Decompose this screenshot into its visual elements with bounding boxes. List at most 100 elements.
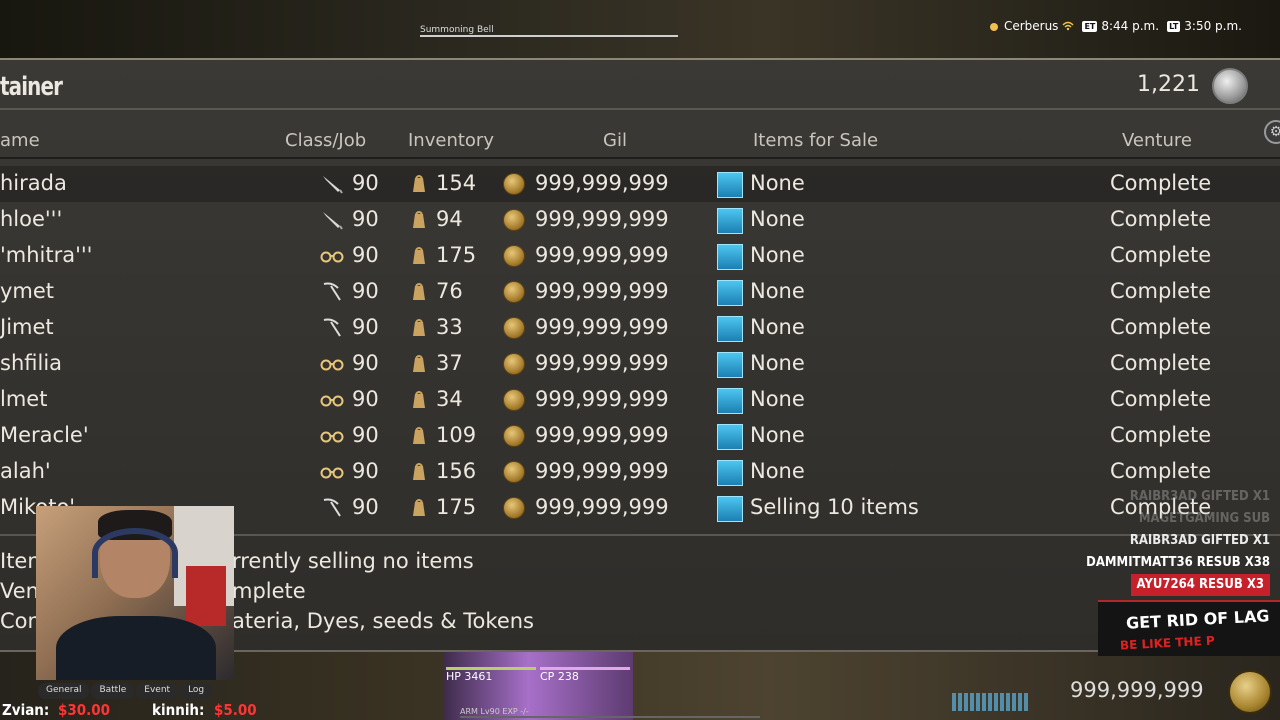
header-inventory[interactable]: Inventory (408, 130, 494, 151)
retainer-gil: 999,999,999 (535, 171, 669, 195)
donor-name: kinnih: (152, 701, 205, 719)
gil-coin-icon (503, 497, 525, 519)
retainer-items-for-sale: None (750, 423, 805, 447)
retainer-venture: Complete (1110, 243, 1212, 267)
alert-line: RAIBR3AD GIFTED X1 (1129, 533, 1270, 548)
retainer-items-for-sale: None (750, 207, 805, 231)
gil-coin-icon (503, 281, 525, 303)
retainer-row[interactable]: Meracle' 90 109 999,999,999 None Complet… (0, 418, 1280, 454)
retainer-row[interactable]: alah' 90 156 999,999,999 None Complete (0, 454, 1280, 490)
currency-gil: 999,999,999 (1070, 678, 1204, 702)
retainer-level: 90 (352, 243, 379, 267)
gil-coin-icon (503, 353, 525, 375)
retainer-inventory: 33 (436, 315, 463, 339)
retainer-items-for-sale: None (750, 351, 805, 375)
et-badge: ET (1082, 20, 1098, 32)
target-name: Summoning Bell (420, 25, 494, 35)
glasses-icon (320, 462, 344, 482)
retainer-name: Meracle' (0, 423, 89, 447)
market-icon (717, 496, 743, 522)
chat-tab-event[interactable]: Event (136, 683, 179, 699)
donation-amount: $30.00 (58, 701, 111, 719)
market-icon (717, 388, 743, 414)
bag-icon (411, 210, 427, 230)
market-icon (717, 172, 743, 198)
retainer-name: hirada (0, 171, 67, 195)
retainer-venture: Complete (1110, 351, 1212, 375)
gil-coin-icon (1228, 670, 1272, 714)
gil-coin-icon (503, 173, 525, 195)
header-class-job[interactable]: Class/Job (285, 130, 366, 151)
chat-tab-general[interactable]: General (38, 683, 90, 699)
retainer-gil: 999,999,999 (535, 351, 669, 375)
gil-coin-icon (503, 389, 525, 411)
retainer-inventory: 37 (436, 351, 463, 375)
retainer-gil: 999,999,999 (535, 387, 669, 411)
market-icon (717, 460, 743, 486)
webcam-person-body (56, 616, 216, 680)
retainer-venture: Complete (1110, 459, 1212, 483)
market-icon (717, 352, 743, 378)
retainer-row[interactable]: shfilia 90 37 999,999,999 None Complete (0, 346, 1280, 382)
webcam-chair (186, 566, 226, 626)
gil-total: 1,221 (1137, 72, 1200, 97)
retainer-row[interactable]: ymet 90 76 999,999,999 None Complete (0, 274, 1280, 310)
retainer-name: ymet (0, 279, 55, 303)
header-divider (0, 157, 1280, 159)
gil-coin-icon (503, 245, 525, 267)
retainer-list: hirada 90 154 999,999,999 None Complete … (0, 166, 1280, 526)
header-gil[interactable]: Gil (603, 130, 627, 151)
header-name[interactable]: ame (0, 130, 40, 151)
gil-coin-icon (503, 425, 525, 447)
webcam-headset (92, 528, 178, 578)
retainer-gil: 999,999,999 (535, 495, 669, 519)
retainer-level: 90 (352, 279, 379, 303)
chat-tab-battle[interactable]: Battle (91, 683, 135, 699)
retainer-row[interactable]: Jimet 90 33 999,999,999 None Complete (0, 310, 1280, 346)
chat-tab-log[interactable]: Log (180, 683, 213, 699)
alert-line: DAMMITMATT36 RESUB X38 (1086, 555, 1270, 570)
cast-bar (952, 693, 1028, 711)
retainer-name: 'mhitra''' (0, 243, 93, 267)
pickaxe-icon (320, 282, 344, 302)
glasses-icon (320, 246, 344, 266)
retainer-inventory: 175 (436, 495, 477, 519)
bag-icon (411, 390, 427, 410)
retainer-name: lmet (0, 387, 48, 411)
retainer-items-for-sale: None (750, 387, 805, 411)
retainer-row[interactable]: hirada 90 154 999,999,999 None Complete (0, 166, 1280, 202)
glasses-icon (320, 390, 344, 410)
retainer-inventory: 76 (436, 279, 463, 303)
retainer-venture: Complete (1110, 279, 1212, 303)
bag-icon (411, 462, 427, 482)
hp-readout: HP 3461 (446, 670, 492, 683)
hp-value: 3461 (464, 670, 493, 683)
retainer-level: 90 (352, 171, 379, 195)
eorzea-time: 8:44 p.m. (1101, 19, 1160, 33)
header-venture[interactable]: Venture (1122, 130, 1192, 151)
info-items-value: rrently selling no items (232, 549, 474, 573)
retainer-name: alah' (0, 459, 51, 483)
donation-amount: $5.00 (214, 701, 257, 719)
gil-coin-icon (503, 209, 525, 231)
retainer-name: Jimet (0, 315, 54, 339)
header-items-for-sale[interactable]: Items for Sale (753, 130, 878, 151)
retainer-level: 90 (352, 459, 379, 483)
pickaxe-icon (320, 318, 344, 338)
gil-coin-icon (503, 317, 525, 339)
retainer-row[interactable]: 'mhitra''' 90 175 999,999,999 None Compl… (0, 238, 1280, 274)
retainer-inventory: 175 (436, 243, 477, 267)
market-icon (717, 424, 743, 450)
retainer-items-for-sale: None (750, 171, 805, 195)
ad-line-1: GET RID OF LAG (1125, 606, 1270, 633)
retainer-venture: Complete (1110, 387, 1212, 411)
bag-icon (411, 318, 427, 338)
retainer-level: 90 (352, 351, 379, 375)
bag-icon (411, 282, 427, 302)
retainer-row[interactable]: lmet 90 34 999,999,999 None Complete (0, 382, 1280, 418)
retainer-gil: 999,999,999 (535, 315, 669, 339)
retainer-gil: 999,999,999 (535, 423, 669, 447)
cp-readout: CP 238 (540, 670, 579, 683)
retainer-row[interactable]: hloe''' 90 94 999,999,999 None Complete (0, 202, 1280, 238)
retainer-gil: 999,999,999 (535, 207, 669, 231)
